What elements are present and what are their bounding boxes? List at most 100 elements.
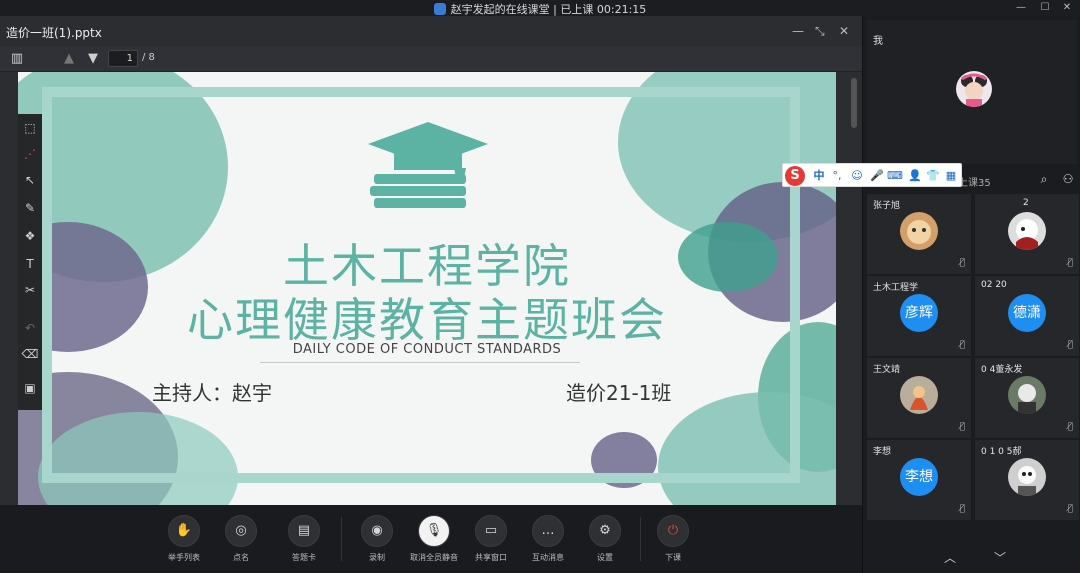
participant-name: 0 1 0 5郝: [981, 447, 1022, 457]
search-icon[interactable]: ⌕: [1035, 170, 1053, 188]
rollcall-icon: ◎: [225, 515, 257, 547]
settings-icon: ⚙: [589, 515, 621, 547]
avatar: [900, 376, 938, 414]
scroll-up-icon[interactable]: ︿: [941, 549, 959, 567]
scrollbar-thumb[interactable]: [851, 78, 857, 128]
scroll-down-icon[interactable]: ﹀: [991, 549, 1009, 567]
participant-tile[interactable]: 0 4董永发 🎙̸: [975, 358, 1079, 438]
participants-pane: 我 上课35 ⌕ ⚇ 张子旭 🎙̸ 2 🎙̸ 土木工程学 彦辉 🎙̸ 02 20…: [862, 16, 1080, 573]
mic-muted-icon: 🎙̸: [959, 422, 965, 432]
participant-name: 土木工程学: [873, 283, 919, 293]
microphone-icon[interactable]: 🎤: [869, 167, 885, 185]
slide-host: 主持人：赵宇: [152, 381, 272, 405]
participant-tile[interactable]: 02 20 德潇 🎙̸: [975, 276, 1079, 356]
doc-minimize-icon[interactable]: —: [792, 24, 804, 38]
grid-menu-icon[interactable]: ▦: [943, 167, 959, 185]
record-label: 录制: [369, 553, 385, 562]
page-total: / 8: [142, 52, 155, 63]
ime-punctuation-toggle[interactable]: °,: [829, 167, 845, 185]
mic-muted-icon: 🎙̸: [959, 340, 965, 350]
chat-icon: …: [532, 515, 564, 547]
mic-muted-icon: 🎙̸: [1067, 504, 1073, 514]
doc-close-icon[interactable]: ✕: [839, 24, 849, 38]
participant-tile[interactable]: 土木工程学 彦辉 🎙̸: [867, 276, 971, 356]
participant-tile[interactable]: 0 1 0 5郝 🎙̸: [975, 440, 1079, 520]
mic-muted-icon: 🎙̸: [959, 504, 965, 514]
participant-name: 02 20: [981, 280, 1007, 290]
settings-button[interactable]: ⚙ 设置: [575, 515, 635, 563]
record-button[interactable]: ◉ 录制: [347, 515, 407, 563]
maximize-button[interactable]: ☐: [1034, 0, 1056, 16]
document-title: 造价一班(1).pptx: [6, 26, 102, 40]
page-number-input[interactable]: 1: [108, 50, 138, 67]
divider: [341, 517, 342, 561]
unmute-all-icon: 🎙: [418, 515, 450, 547]
user-icon[interactable]: 👤: [907, 167, 923, 185]
minimize-button[interactable]: —: [1010, 0, 1032, 16]
shapes-icon[interactable]: ❖: [18, 224, 42, 248]
record-icon: ◉: [361, 515, 393, 547]
answer-card-icon: ▤: [288, 515, 320, 547]
mic-muted-icon: 🎙̸: [959, 258, 965, 268]
raise-hand-list-button[interactable]: ✋ 举手列表: [154, 515, 214, 563]
drawing-toolbar: ⬚ ⋰ ↖ ✎ ❖ T ✂ ↶ ⌫ ▣: [18, 114, 42, 410]
window-title-text: 赵宇发起的在线课堂 | 已上课 00:21:15: [450, 3, 647, 16]
share-window-label: 共享窗口: [475, 553, 507, 562]
slide-divider: [260, 362, 580, 363]
share-window-icon: ▭: [475, 515, 507, 547]
settings-label: 设置: [597, 553, 613, 562]
share-window-button[interactable]: ▭ 共享窗口: [461, 515, 521, 563]
slide-subtitle: DAILY CODE OF CONDUCT STANDARDS: [292, 342, 562, 357]
user-manage-icon[interactable]: ⚇: [1059, 170, 1077, 188]
interactive-messages-label: 互动消息: [532, 553, 564, 562]
prev-page-icon[interactable]: ▲: [60, 50, 78, 68]
sogou-logo-icon[interactable]: S: [785, 166, 805, 186]
my-label: 我: [873, 36, 883, 47]
avatar: [900, 212, 938, 250]
participant-tile[interactable]: 2 🎙̸: [975, 194, 1079, 274]
end-class-button[interactable]: ⏻ 下课: [643, 515, 703, 563]
pointer-icon[interactable]: ↖: [18, 168, 42, 192]
avatar: [956, 71, 992, 107]
vertical-scrollbar[interactable]: [848, 72, 860, 505]
online-count: 上课35: [958, 178, 991, 189]
emoji-icon[interactable]: ☺: [849, 167, 865, 185]
text-icon[interactable]: T: [18, 252, 42, 276]
doc-restore-icon[interactable]: ⤡: [815, 24, 825, 39]
answer-card-button[interactable]: ▤ 答题卡: [274, 515, 334, 563]
participant-name: 李想: [873, 447, 892, 457]
eraser-icon[interactable]: ⌫: [18, 342, 42, 366]
participant-name: 0 4董永发: [981, 365, 1023, 375]
participant-tile[interactable]: 张子旭 🎙̸: [867, 194, 971, 274]
interactive-messages-button[interactable]: … 互动消息: [518, 515, 578, 563]
participant-tile[interactable]: 李想 李想 🎙̸: [867, 440, 971, 520]
lock-icon: [433, 3, 446, 15]
slide-canvas[interactable]: 土木工程学院 心理健康教育主题班会 DAILY CODE OF CONDUCT …: [18, 72, 836, 505]
keyboard-icon[interactable]: ⌨: [887, 167, 903, 185]
window-titlebar: 赵宇发起的在线课堂 | 已上课 00:21:15 — ☐ ✕: [0, 0, 1080, 16]
pen-icon[interactable]: ✎: [18, 196, 42, 220]
ime-language-toggle[interactable]: 中: [811, 167, 827, 185]
sidebar-toggle-icon[interactable]: ▥: [8, 50, 26, 68]
toolbox-icon[interactable]: ▣: [18, 376, 42, 400]
scissors-icon[interactable]: ✂: [18, 278, 42, 302]
divider: [640, 517, 641, 561]
close-button[interactable]: ✕: [1056, 0, 1078, 16]
laser-icon[interactable]: ⋰: [18, 142, 42, 166]
next-page-icon[interactable]: ▼: [84, 50, 102, 68]
class-control-bar: ✋ 举手列表 ◎ 点名 ▤ 答题卡 ◉ 录制 🎙 取消全员静音 ▭ 共享窗口 ……: [0, 505, 862, 573]
participant-name: 王文靖: [873, 365, 901, 375]
select-add-icon[interactable]: ⬚: [18, 116, 42, 140]
skin-icon[interactable]: 👕: [925, 167, 941, 185]
roll-call-label: 点名: [233, 553, 249, 562]
roll-call-button[interactable]: ◎ 点名: [211, 515, 271, 563]
undo-icon[interactable]: ↶: [18, 316, 42, 340]
mic-muted-icon: 🎙̸: [1067, 340, 1073, 350]
mic-muted-icon: 🎙̸: [1067, 258, 1073, 268]
participant-tile[interactable]: 王文靖 🎙̸: [867, 358, 971, 438]
avatar: 李想: [900, 458, 938, 496]
unmute-all-label: 取消全员静音: [410, 553, 458, 562]
window-title: 赵宇发起的在线课堂 | 已上课 00:21:15: [0, 1, 1080, 17]
unmute-all-button[interactable]: 🎙 取消全员静音: [404, 515, 464, 563]
presentation-pane: 造价一班(1).pptx — ⤡ ✕ ▥ ▲ ▼ 1 / 8 土木工程学院 心理…: [0, 16, 862, 505]
